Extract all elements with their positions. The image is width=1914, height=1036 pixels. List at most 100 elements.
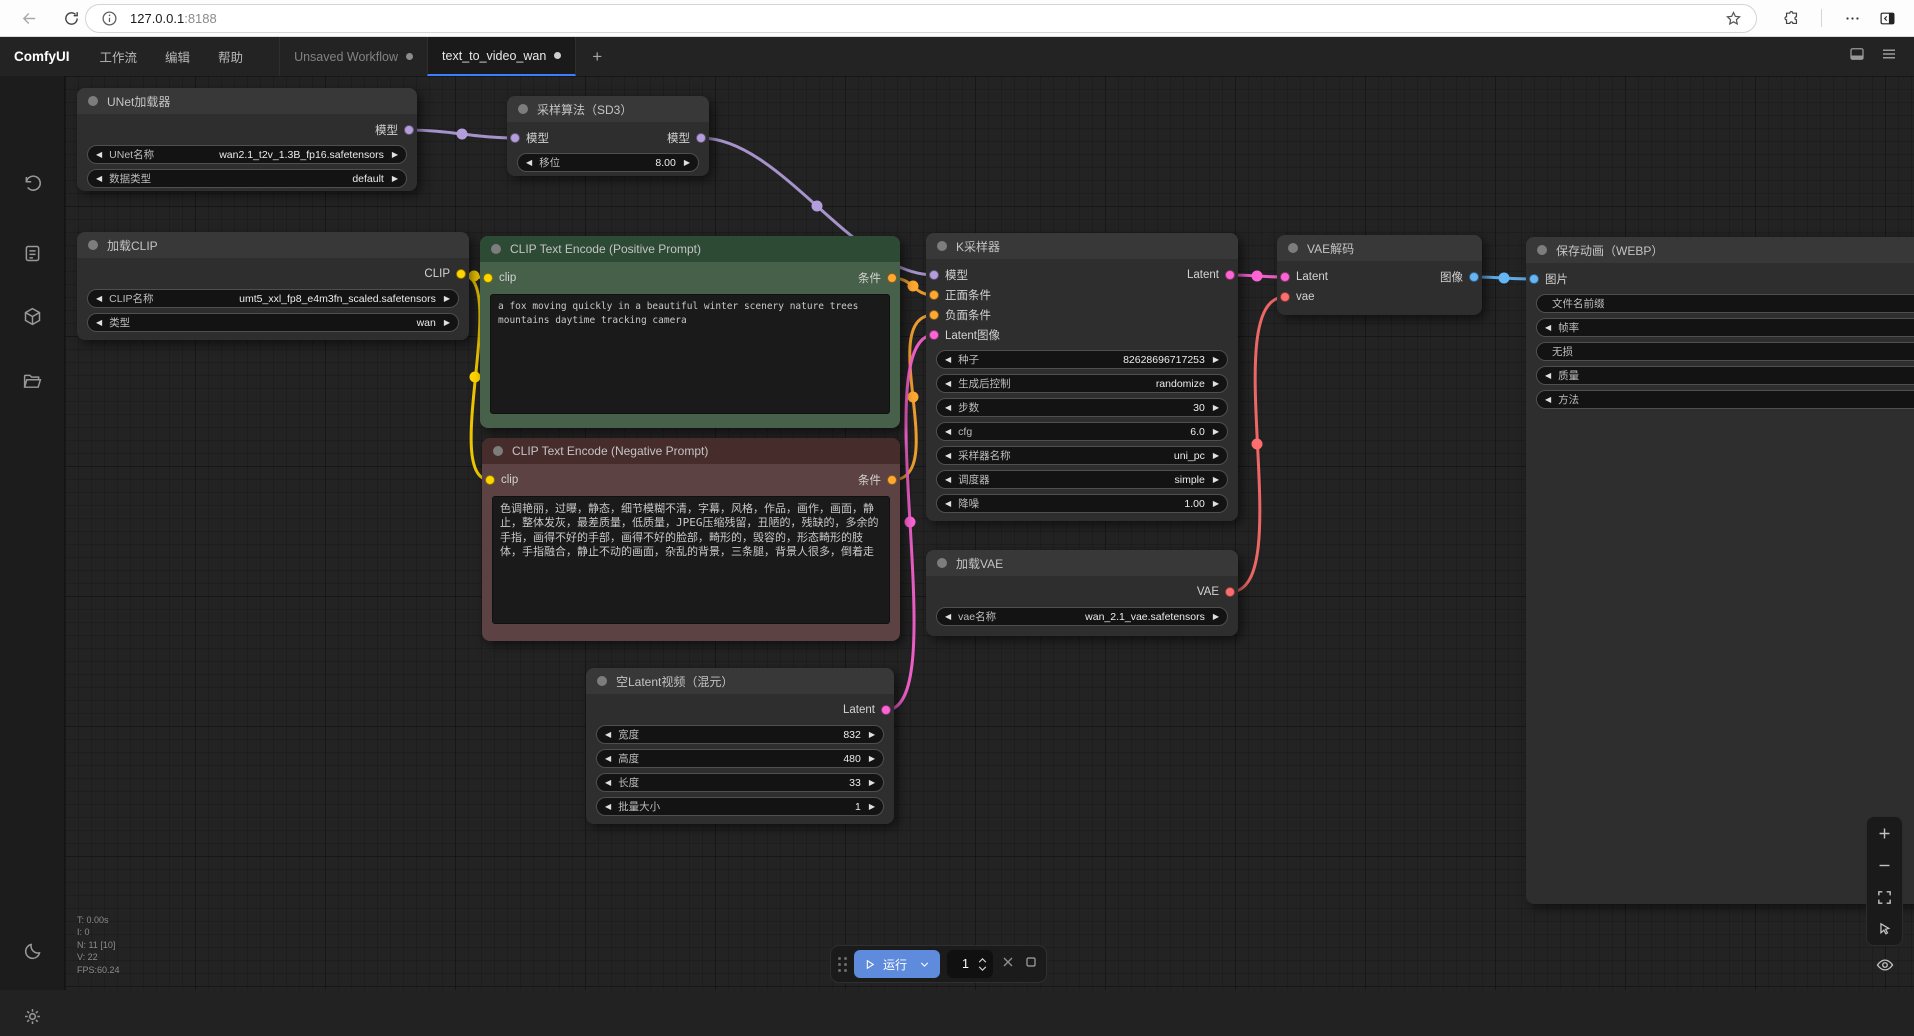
next-arrow-icon[interactable]: ▶ <box>1213 475 1219 484</box>
prev-arrow-icon[interactable]: ◀ <box>1545 395 1551 404</box>
link-midpoint-dot[interactable] <box>811 200 823 212</box>
link-midpoint-dot[interactable] <box>907 391 919 403</box>
prev-arrow-icon[interactable]: ◀ <box>526 158 532 167</box>
output-dot-model[interactable] <box>696 133 706 143</box>
menu-help[interactable]: 帮助 <box>204 37 257 76</box>
input-dot-latent-image[interactable] <box>929 330 939 340</box>
widget-lossless[interactable]: 无损 <box>1536 342 1914 361</box>
node-ksampler[interactable]: K采样器 模型 Latent 正面条件 负面条件 Latent图像 ◀ 种子 8… <box>926 233 1238 521</box>
collapse-dot-icon[interactable] <box>518 104 528 114</box>
widget-clip-name[interactable]: ◀ CLIP名称 umt5_xxl_fp8_e4m3fn_scaled.safe… <box>87 289 459 308</box>
batch-count-stepper[interactable]: 1 <box>947 950 994 978</box>
widget-denoise[interactable]: ◀ 降噪 1.00 ▶ <box>936 494 1228 513</box>
browser-sidebar-icon[interactable] <box>1876 7 1898 29</box>
widget-fps[interactable]: ◀ 帧率 <box>1536 318 1914 337</box>
widget-shift[interactable]: ◀ 移位 8.00 ▶ <box>517 153 699 172</box>
node-clip-loader[interactable]: 加载CLIP CLIP ◀ CLIP名称 umt5_xxl_fp8_e4m3fn… <box>77 232 469 340</box>
node-title-bar[interactable]: CLIP Text Encode (Negative Prompt) <box>482 438 900 464</box>
browser-refresh-icon[interactable] <box>60 7 82 29</box>
output-dot-latent[interactable] <box>881 705 891 715</box>
link-midpoint-dot[interactable] <box>904 516 916 528</box>
prev-arrow-icon[interactable]: ◀ <box>945 499 951 508</box>
collapse-dot-icon[interactable] <box>937 241 947 251</box>
widget-method[interactable]: ◀ 方法 <box>1536 390 1914 409</box>
prev-arrow-icon[interactable]: ◀ <box>605 778 611 787</box>
link-midpoint-dot[interactable] <box>1251 270 1263 282</box>
output-dot-clip[interactable] <box>456 269 466 279</box>
prev-arrow-icon[interactable]: ◀ <box>96 150 102 159</box>
input-dot-positive[interactable] <box>929 290 939 300</box>
prev-arrow-icon[interactable]: ◀ <box>945 451 951 460</box>
theme-moon-icon[interactable] <box>12 931 52 971</box>
input-dot-latent[interactable] <box>1280 272 1290 282</box>
input-dot-vae[interactable] <box>1280 292 1290 302</box>
node-save-animated-webp[interactable]: 保存动画（WEBP） 图片 文件名前缀 ◀ 帧率 无损 ◀ 质量 ◀ 方法 <box>1526 237 1914 904</box>
zoom-in-icon[interactable] <box>1866 817 1903 849</box>
select-pointer-icon[interactable] <box>1866 913 1903 945</box>
prev-arrow-icon[interactable]: ◀ <box>945 403 951 412</box>
input-dot-clip[interactable] <box>483 273 493 283</box>
output-dot-image[interactable] <box>1469 272 1479 282</box>
cancel-run-icon[interactable] <box>1000 954 1016 975</box>
next-arrow-icon[interactable]: ▶ <box>869 754 875 763</box>
node-vae-loader[interactable]: 加载VAE VAE ◀ vae名称 wan_2.1_vae.safetensor… <box>926 550 1238 636</box>
menu-edit[interactable]: 编辑 <box>151 37 204 76</box>
node-title-bar[interactable]: VAE解码 <box>1277 235 1482 261</box>
prev-arrow-icon[interactable]: ◀ <box>945 355 951 364</box>
prev-arrow-icon[interactable]: ◀ <box>96 294 102 303</box>
widget-clip-type[interactable]: ◀ 类型 wan ▶ <box>87 313 459 332</box>
prev-arrow-icon[interactable]: ◀ <box>1545 323 1551 332</box>
widget-quality[interactable]: ◀ 质量 <box>1536 366 1914 385</box>
prev-arrow-icon[interactable]: ◀ <box>945 427 951 436</box>
stop-queue-icon[interactable] <box>1023 954 1039 975</box>
positive-prompt-textarea[interactable]: a fox moving quickly in a beautiful wint… <box>490 294 890 414</box>
input-dot-model[interactable] <box>510 133 520 143</box>
negative-prompt-textarea[interactable]: 色调艳丽，过曝，静态，细节模糊不清，字幕，风格，作品，画作，画面，静止，整体发灰… <box>492 496 890 624</box>
collapse-dot-icon[interactable] <box>88 96 98 106</box>
url-text[interactable]: 127.0.0.1:8188 <box>130 11 217 26</box>
drag-handle-icon[interactable] <box>838 956 847 972</box>
collapse-dot-icon[interactable] <box>1288 243 1298 253</box>
star-bookmark-icon[interactable] <box>1722 8 1744 30</box>
step-down-icon[interactable] <box>978 965 987 971</box>
prev-arrow-icon[interactable]: ◀ <box>96 318 102 327</box>
next-arrow-icon[interactable]: ▶ <box>1213 427 1219 436</box>
node-title-bar[interactable]: 保存动画（WEBP） <box>1526 237 1914 263</box>
link-midpoint-dot[interactable] <box>456 128 468 140</box>
node-title-bar[interactable]: 加载VAE <box>926 550 1238 576</box>
browser-more-dots-icon[interactable] <box>1841 7 1863 29</box>
prev-arrow-icon[interactable]: ◀ <box>605 802 611 811</box>
node-title-bar[interactable]: 空Latent视频（混元） <box>586 668 894 694</box>
node-graph-canvas[interactable]: UNet加载器 模型 ◀ UNet名称 wan2.1_t2v_1.3B_fp16… <box>65 76 1914 990</box>
browser-back-icon[interactable] <box>18 7 40 29</box>
next-arrow-icon[interactable]: ▶ <box>392 174 398 183</box>
widget-control-after-generate[interactable]: ◀ 生成后控制 randomize ▶ <box>936 374 1228 393</box>
widget-length[interactable]: ◀ 长度 33 ▶ <box>596 773 884 792</box>
output-dot-conditioning[interactable] <box>887 273 897 283</box>
node-title-bar[interactable]: 采样算法（SD3） <box>507 96 709 122</box>
link-midpoint-dot[interactable] <box>469 371 481 383</box>
menu-workflow[interactable]: 工作流 <box>86 37 152 76</box>
node-title-bar[interactable]: UNet加载器 <box>77 88 417 114</box>
collapse-dot-icon[interactable] <box>1537 245 1547 255</box>
link-midpoint-dot[interactable] <box>468 270 480 282</box>
node-title-bar[interactable]: CLIP Text Encode (Positive Prompt) <box>480 236 900 262</box>
output-dot-conditioning[interactable] <box>887 475 897 485</box>
collapse-dot-icon[interactable] <box>493 446 503 456</box>
tab-text-to-video-wan[interactable]: text_to_video_wan <box>427 37 577 76</box>
widget-scheduler[interactable]: ◀ 调度器 simple ▶ <box>936 470 1228 489</box>
link-midpoint-dot[interactable] <box>1498 272 1510 284</box>
model-library-icon[interactable] <box>12 296 52 336</box>
next-arrow-icon[interactable]: ▶ <box>1213 612 1219 621</box>
next-arrow-icon[interactable]: ▶ <box>444 318 450 327</box>
widget-steps[interactable]: ◀ 步数 30 ▶ <box>936 398 1228 417</box>
queue-history-icon[interactable] <box>12 163 52 203</box>
collapse-dot-icon[interactable] <box>491 244 501 254</box>
next-arrow-icon[interactable]: ▶ <box>684 158 690 167</box>
widget-batch-size[interactable]: ◀ 批量大小 1 ▶ <box>596 797 884 816</box>
fit-view-icon[interactable] <box>1866 881 1903 913</box>
widget-seed[interactable]: ◀ 种子 82628696717253 ▶ <box>936 350 1228 369</box>
tab-unsaved-workflow[interactable]: Unsaved Workflow <box>279 37 427 76</box>
zoom-out-icon[interactable] <box>1866 849 1903 881</box>
link-midpoint-dot[interactable] <box>1251 438 1263 450</box>
